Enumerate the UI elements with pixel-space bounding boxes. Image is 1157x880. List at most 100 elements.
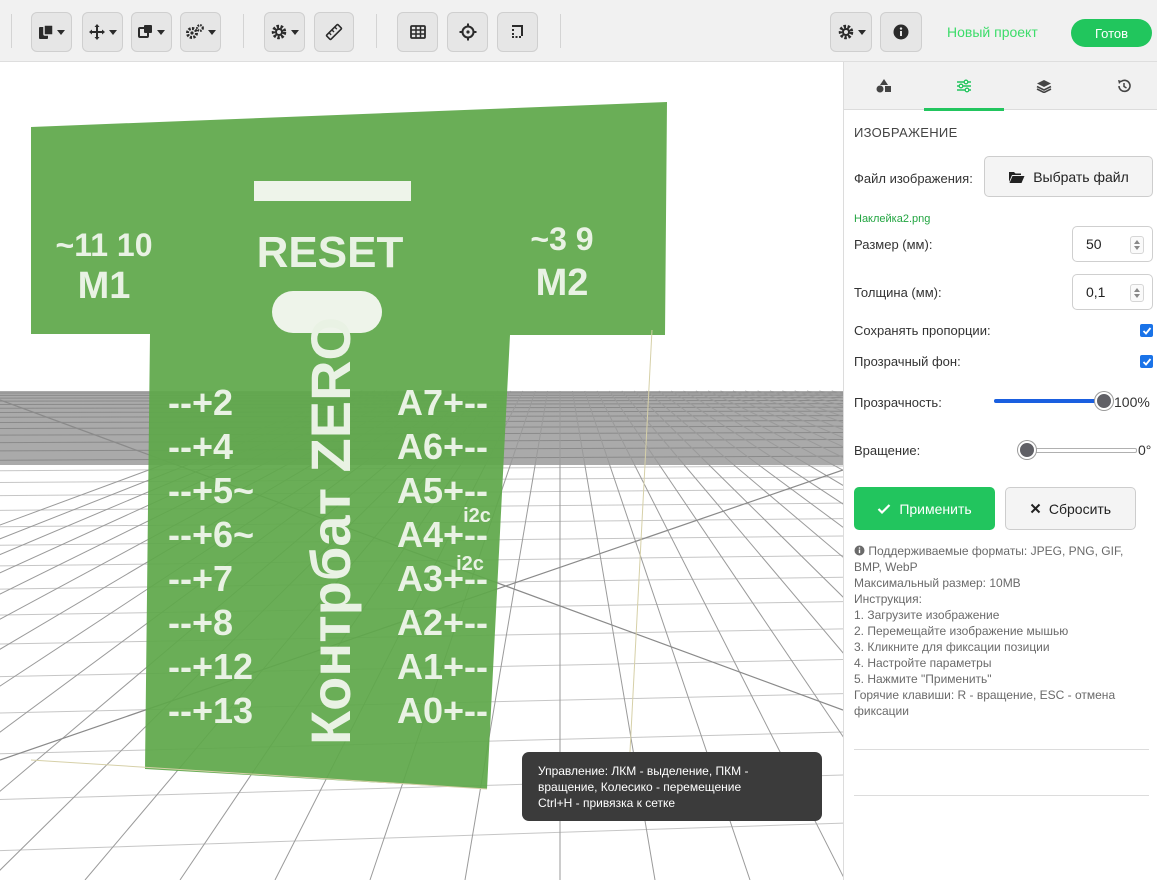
info-line-formats: Поддерживаемые форматы: JPEG, PNG, GIF, … [854, 543, 1154, 575]
size-label: Размер (мм): [854, 237, 933, 252]
decal-text-i2c: i2c [456, 553, 484, 575]
controls-hint-tooltip: Управление: ЛКМ - выделение, ПКМ - враще… [522, 752, 822, 821]
opacity-label: Прозрачность: [854, 395, 942, 410]
info-text: Поддерживаемые форматы: JPEG, PNG, GIF, … [854, 544, 1124, 574]
decal-right-pin-label: A6+-- [397, 426, 488, 467]
decal-right-pin-label: A2+-- [397, 602, 488, 643]
sliders-icon [957, 79, 971, 93]
info-line: 5. Нажмите "Применить" [854, 672, 992, 686]
grid-icon [409, 25, 426, 39]
toolbar-divider [11, 14, 12, 48]
layers-icon [1036, 80, 1052, 93]
chevron-down-icon [157, 29, 165, 35]
opacity-slider[interactable] [994, 399, 1104, 403]
decal-text-top-left: ~11 10 [56, 227, 153, 263]
rotation-slider[interactable] [1027, 448, 1137, 453]
shapes-icon [876, 79, 891, 93]
selected-file-name: Наклейка2.png [854, 213, 931, 225]
tab-history[interactable] [1084, 62, 1157, 110]
hint-line: вращение, Колесико - перемещение [538, 780, 742, 794]
info-button[interactable] [880, 12, 922, 52]
rotation-slider-thumb[interactable] [1018, 441, 1036, 459]
size-stepper[interactable] [1130, 236, 1144, 254]
project-name[interactable]: Новый проект [947, 24, 1038, 40]
grid-line [0, 822, 843, 852]
thickness-stepper[interactable] [1130, 284, 1144, 302]
decal-left-pin-label: --+4 [168, 426, 233, 467]
size-input[interactable]: 50 [1072, 226, 1153, 262]
gear-icon [271, 24, 287, 40]
decal-left-pin-label: --+6~ [168, 514, 254, 555]
decal-text-m1: M1 [78, 265, 131, 307]
chevron-down-icon [291, 29, 299, 35]
info-line: 4. Настройте параметры [854, 656, 992, 670]
gears-dropdown-button[interactable] [180, 12, 221, 52]
properties-panel: ИЗОБРАЖЕНИЕ Файл изображения: Выбрать фа… [843, 62, 1157, 880]
apply-button[interactable]: Применить [854, 487, 995, 530]
gear-dropdown-button[interactable] [264, 12, 305, 52]
history-icon [1118, 79, 1131, 93]
thickness-label: Толщина (мм): [854, 285, 942, 300]
info-line: 1. Загрузите изображение [854, 608, 1000, 622]
crosshair-icon [459, 23, 476, 41]
info-line: Максимальный размер: 10MB [854, 576, 1021, 590]
copy-dropdown-button[interactable] [131, 12, 172, 52]
tab-image-settings[interactable] [924, 62, 1004, 111]
3d-viewport[interactable]: RESET ~11 10 M1 ~3 9 M2 --+2 --+4 --+5~ --+… [0, 62, 843, 880]
check-icon [878, 503, 891, 514]
keep-ratio-checkbox[interactable] [1140, 324, 1153, 337]
info-block: Поддерживаемые форматы: JPEG, PNG, GIF, … [854, 543, 1154, 719]
move-dropdown-button[interactable] [82, 12, 123, 52]
hint-line: Ctrl+H - привязка к сетке [538, 796, 676, 810]
settings-dropdown-button[interactable] [830, 12, 872, 52]
choose-file-button[interactable]: Выбрать файл [984, 156, 1153, 197]
thickness-value: 0,1 [1086, 284, 1106, 300]
toolbar-divider [376, 14, 377, 48]
tab-layers[interactable] [1004, 62, 1084, 110]
keep-ratio-label: Сохранять пропорции: [854, 323, 991, 338]
tab-shapes[interactable] [844, 62, 924, 110]
ruler-icon [325, 23, 343, 41]
apply-label: Применить [899, 500, 972, 517]
crosshair-button[interactable] [447, 12, 488, 52]
move-icon [89, 24, 105, 40]
crop-button[interactable] [497, 12, 538, 52]
panel-divider [854, 749, 1149, 750]
section-title: ИЗОБРАЖЕНИЕ [854, 125, 958, 140]
info-icon [854, 545, 865, 556]
chevron-down-icon [857, 29, 866, 35]
reset-label: Сбросить [1048, 500, 1112, 517]
info-icon [893, 24, 909, 40]
decal-right-pin-label: A0+-- [397, 690, 488, 731]
grid-button[interactable] [397, 12, 438, 52]
panel-divider [854, 795, 1149, 796]
rotation-value: 0° [1138, 442, 1152, 458]
decal-reset-text: RESET [257, 228, 404, 277]
chevron-down-icon [57, 29, 65, 35]
clipboard-dropdown-button[interactable] [31, 12, 72, 52]
decal-left-pin-label: --+2 [168, 382, 233, 423]
chevron-down-icon [208, 29, 216, 35]
crop-icon [511, 25, 523, 38]
hint-line: Управление: ЛКМ - выделение, ПКМ - [538, 764, 749, 778]
top-toolbar: Новый проект Готов [0, 0, 1157, 62]
decal-left-pin-label: --+5~ [168, 470, 254, 511]
settings-icon [838, 24, 853, 40]
reset-button[interactable]: Сбросить [1005, 487, 1136, 530]
decal-left-pin-label: --+13 [168, 690, 253, 731]
info-line: Горячие клавиши: R - вращение, ESC - отм… [854, 688, 1116, 718]
decal-text-i2c: i2c [463, 505, 491, 527]
toolbar-divider [560, 14, 561, 48]
toolbar-divider [243, 14, 244, 48]
thickness-input[interactable]: 0,1 [1072, 274, 1153, 310]
decal-text-top-right: ~3 9 [530, 221, 593, 257]
choose-file-label: Выбрать файл [1033, 168, 1129, 185]
transparent-bg-label: Прозрачный фон: [854, 354, 961, 369]
transparent-bg-checkbox[interactable] [1140, 355, 1153, 368]
opacity-slider-thumb[interactable] [1095, 392, 1113, 410]
info-line: 3. Кликните для фиксации позиции [854, 640, 1050, 654]
done-button[interactable]: Готов [1071, 19, 1152, 47]
gears-icon [186, 24, 204, 39]
decal-bar [254, 181, 411, 201]
ruler-button[interactable] [314, 12, 354, 52]
